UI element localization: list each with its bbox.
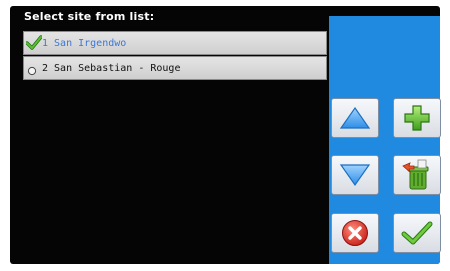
scroll-up-button[interactable] <box>331 98 379 138</box>
arrow-up-icon <box>338 105 372 131</box>
plus-icon <box>402 103 432 133</box>
scroll-down-button[interactable] <box>331 155 379 195</box>
arrow-down-icon <box>338 162 372 188</box>
delete-site-button[interactable] <box>393 155 441 195</box>
radio-icon[interactable] <box>26 60 42 76</box>
check-icon <box>401 220 433 246</box>
cancel-button[interactable] <box>331 213 379 253</box>
close-icon <box>340 218 370 248</box>
trash-icon <box>400 158 434 192</box>
add-site-button[interactable] <box>393 98 441 138</box>
site-list: 1 San Irgendwo 2 San Sebastian - Rouge <box>23 31 327 81</box>
list-item-site-2[interactable]: 2 San Sebastian - Rouge <box>23 56 327 80</box>
check-icon <box>25 35 43 51</box>
list-item-site-1[interactable]: 1 San Irgendwo <box>23 31 327 55</box>
site-label: 2 San Sebastian - Rouge <box>42 62 181 74</box>
page-title: Select site from list: <box>24 10 155 23</box>
confirm-button[interactable] <box>393 213 441 253</box>
site-label: 1 San Irgendwo <box>42 37 127 49</box>
